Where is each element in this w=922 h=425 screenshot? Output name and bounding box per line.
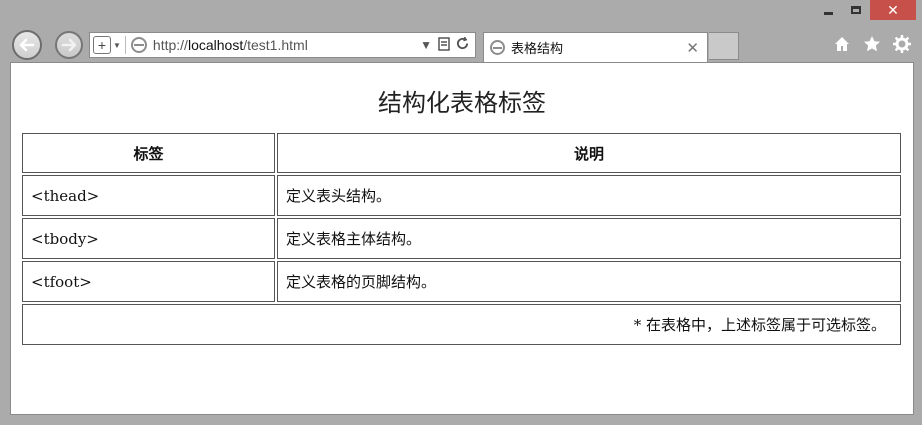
maximize-button[interactable] — [842, 0, 870, 20]
tab-title: 表格结构 — [511, 41, 564, 56]
maximize-icon — [851, 6, 861, 14]
table-row: <thead> 定义表头结构。 — [22, 175, 901, 216]
window-controls: ✕ — [814, 0, 916, 22]
address-tools: ▼ — [420, 36, 475, 54]
compatibility-view-icon[interactable] — [438, 36, 450, 54]
browser-toolbar: + ▼ http://localhost/test1.html ▼ 表格结构 ✕ — [0, 30, 922, 62]
home-icon — [835, 37, 849, 51]
chevron-down-icon[interactable]: ▼ — [113, 41, 121, 50]
forward-arrow-icon — [61, 38, 77, 52]
tag-cell: <tfoot> — [22, 261, 275, 302]
description-cell: 定义表头结构。 — [277, 175, 901, 216]
tag-cell: <thead> — [22, 175, 275, 216]
table-header-row: 标签 说明 — [22, 133, 901, 173]
new-tab-button[interactable] — [709, 32, 739, 60]
footer-note: * 在表格中，上述标签属于可选标签。 — [22, 304, 901, 345]
search-dropdown-icon[interactable]: ▼ — [420, 38, 432, 52]
forward-button[interactable] — [55, 31, 83, 59]
back-arrow-icon — [19, 38, 35, 52]
description-cell: 定义表格主体结构。 — [277, 218, 901, 259]
url-host: localhost — [187, 37, 244, 53]
gear-icon — [893, 35, 911, 53]
url-path: /test1.html — [243, 37, 308, 53]
browser-command-icons — [832, 34, 912, 54]
add-favorite-icon[interactable]: + — [93, 36, 111, 54]
address-bar[interactable]: + ▼ http://localhost/test1.html ▼ — [89, 32, 476, 58]
page-title: 结构化表格标签 — [378, 89, 546, 117]
page-viewport: 结构化表格标签 标签 说明 <thead> 定义表头结构。 <tbody> 定义… — [10, 62, 914, 415]
minimize-button[interactable] — [814, 0, 842, 20]
table-row: <tfoot> 定义表格的页脚结构。 — [22, 261, 901, 302]
refresh-icon[interactable] — [456, 36, 469, 53]
minimize-icon — [823, 11, 833, 15]
divider — [124, 36, 126, 54]
close-icon: ✕ — [887, 1, 899, 18]
table-row: <tbody> 定义表格主体结构。 — [22, 218, 901, 259]
url-prefix: http:// — [152, 37, 188, 53]
tag-cell: <tbody> — [22, 218, 275, 259]
browser-tab[interactable]: 表格结构 ✕ — [483, 32, 708, 62]
table-footer-row: * 在表格中，上述标签属于可选标签。 — [22, 304, 901, 345]
settings-button[interactable] — [892, 34, 912, 54]
url-text[interactable]: http://localhost/test1.html — [153, 37, 308, 53]
header-description: 说明 — [277, 133, 901, 173]
close-window-button[interactable]: ✕ — [870, 0, 916, 20]
favorites-button[interactable] — [862, 34, 882, 54]
header-tag: 标签 — [22, 133, 275, 173]
description-cell: 定义表格的页脚结构。 — [277, 261, 901, 302]
tab-page-icon — [490, 40, 505, 55]
data-table: 标签 说明 <thead> 定义表头结构。 <tbody> 定义表格主体结构。 … — [20, 131, 903, 347]
tab-close-icon[interactable]: ✕ — [686, 39, 699, 57]
home-button[interactable] — [832, 34, 852, 54]
back-button[interactable] — [12, 30, 42, 60]
star-icon — [864, 36, 880, 52]
page-icon — [130, 37, 147, 53]
